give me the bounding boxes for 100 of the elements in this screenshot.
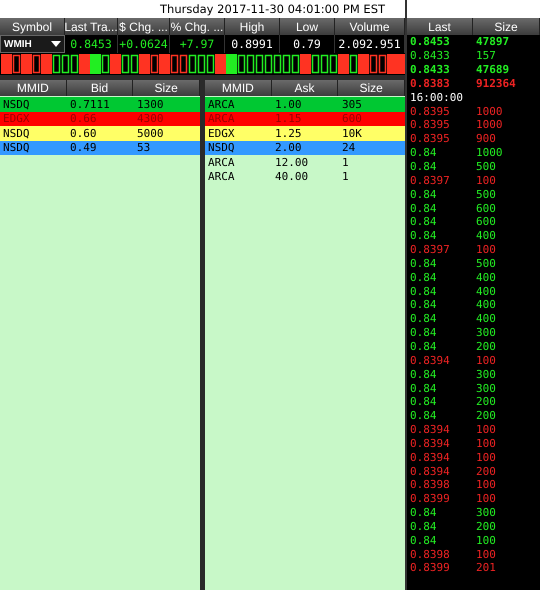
trade-size: 200 xyxy=(476,520,496,533)
trade-size: 157 xyxy=(476,49,496,62)
trade-price: 0.84 xyxy=(410,520,438,533)
trade-size: 100 xyxy=(476,534,496,547)
column-header[interactable]: Size xyxy=(133,80,200,96)
trade-price: 0.84 xyxy=(410,270,438,284)
trade-size: 100 xyxy=(476,492,496,506)
trade-price: 0.84 xyxy=(410,312,438,326)
trade-price: 0.84 xyxy=(410,506,438,520)
column-header[interactable]: Bid xyxy=(66,80,134,96)
trade-price: 0.84 xyxy=(410,395,438,408)
trade-price: 0.84 xyxy=(410,340,438,353)
trade-price: 0.84 xyxy=(410,534,438,547)
trade-price: 0.8397 xyxy=(410,174,451,187)
column-header[interactable]: $ Chg. ... xyxy=(118,18,170,35)
column-header[interactable]: Size xyxy=(473,18,540,35)
trade-size: 47897 xyxy=(476,35,510,48)
trade-size: 200 xyxy=(476,409,496,422)
caret-icon xyxy=(51,41,61,47)
column-header[interactable]: Symbol xyxy=(0,18,65,35)
trade-size: 47689 xyxy=(476,63,510,76)
symbol-dropdown[interactable]: WMIH xyxy=(0,35,65,53)
trade-price: 0.84 xyxy=(410,202,438,215)
quote-row: NSDQ 0.49 53 xyxy=(0,140,200,155)
trade-size: 100 xyxy=(476,354,496,367)
trade-price: 16:00:00 xyxy=(410,90,464,104)
trade-size: 400 xyxy=(476,270,496,284)
column-header[interactable]: Last Tra... xyxy=(65,18,118,35)
column-header[interactable]: MMID xyxy=(0,80,67,96)
column-header[interactable]: Ask xyxy=(272,80,338,96)
trade-price: 0.8395 xyxy=(410,132,451,146)
trade-price: 0.84 xyxy=(410,160,438,174)
trade-size: 100 xyxy=(476,548,496,561)
trade-price: 0.8394 xyxy=(410,354,451,367)
quote-row: NSDQ 2.00 24 xyxy=(205,140,405,155)
trade-price: 0.8399 xyxy=(410,561,451,574)
trade-price: 0.84 xyxy=(410,409,438,422)
trade-size: 1000 xyxy=(476,104,502,118)
quote-row: ARCA 1.00 305 xyxy=(205,97,405,112)
trade-size: 500 xyxy=(476,256,496,270)
trade-size: 100 xyxy=(476,450,496,464)
quote-row: NSDQ 0.60 5000 xyxy=(0,126,200,140)
trade-size: 400 xyxy=(476,229,496,242)
trade-size: 100 xyxy=(476,436,496,450)
trade-price: 0.84 xyxy=(410,382,438,395)
trade-price: 0.8398 xyxy=(410,478,451,492)
trade-size: 500 xyxy=(476,160,496,174)
trade-size: 200 xyxy=(476,464,496,478)
trade-price: 0.84 xyxy=(410,298,438,312)
trade-price: 0.8394 xyxy=(410,450,451,464)
column-header[interactable]: Last xyxy=(407,18,473,35)
trade-size: 600 xyxy=(476,215,496,228)
trade-size: 100 xyxy=(476,243,496,256)
quote-row: NSDQ 0.7111 1300 xyxy=(0,97,200,112)
trade-size: 400 xyxy=(476,298,496,312)
quote-row: EDGX 1.25 10K xyxy=(205,126,405,140)
trade-price: 0.8383 xyxy=(410,76,451,90)
trade-price: 0.84 xyxy=(410,188,438,201)
quote-row-text: ARCA 40.00 1 xyxy=(207,170,350,184)
trade-price: 0.8394 xyxy=(410,436,451,450)
trade-price: 0.8453 xyxy=(410,35,451,48)
trade-size: 100 xyxy=(476,478,496,492)
column-header[interactable]: Size xyxy=(338,80,406,96)
trade-price: 0.84 xyxy=(410,256,438,270)
column-header[interactable]: Low xyxy=(280,18,335,35)
trade-size: 100 xyxy=(476,174,496,187)
trade-size: 912364 xyxy=(476,76,516,90)
column-header[interactable]: High xyxy=(225,18,280,35)
trade-price: 0.8395 xyxy=(410,118,451,132)
trade-size: 400 xyxy=(476,284,496,298)
trade-price: 0.84 xyxy=(410,146,438,160)
trade-size: 1000 xyxy=(476,118,502,132)
trade-price: 0.8433 xyxy=(410,63,451,76)
column-header[interactable]: % Chg. ... xyxy=(170,18,225,35)
trade-size: 400 xyxy=(476,312,496,326)
trade-price: 0.84 xyxy=(410,326,438,340)
quote-row-text: ARCA 12.00 1 xyxy=(207,155,350,170)
trade-size: 300 xyxy=(476,506,496,520)
trade-size: 200 xyxy=(476,340,496,353)
trade-size: 100 xyxy=(476,423,496,436)
trade-size: 200 xyxy=(476,395,496,408)
trade-size: 600 xyxy=(476,202,496,215)
trade-price: 0.84 xyxy=(410,284,438,298)
trade-size: 900 xyxy=(476,132,496,146)
trade-price: 0.8394 xyxy=(410,423,451,436)
trade-price: 0.8394 xyxy=(410,464,451,478)
column-header[interactable]: Volume xyxy=(335,18,405,35)
trade-size: 1000 xyxy=(476,146,502,160)
trade-price: 0.8399 xyxy=(410,492,451,506)
quote-row: EDGX 0.66 4300 xyxy=(0,112,200,126)
quote-row: ARCA 1.15 600 xyxy=(205,112,405,126)
trade-size: 300 xyxy=(476,326,496,340)
trade-price: 0.84 xyxy=(410,215,438,228)
trade-price: 0.8397 xyxy=(410,243,451,256)
trade-size: 300 xyxy=(476,382,496,395)
column-header[interactable]: MMID xyxy=(205,80,272,96)
trade-price: 0.8398 xyxy=(410,548,451,561)
date-time-label: Thursday 2017-11-30 04:01:00 PM EST xyxy=(160,2,386,16)
trade-price: 0.84 xyxy=(410,368,438,381)
trade-size: 300 xyxy=(476,368,496,381)
